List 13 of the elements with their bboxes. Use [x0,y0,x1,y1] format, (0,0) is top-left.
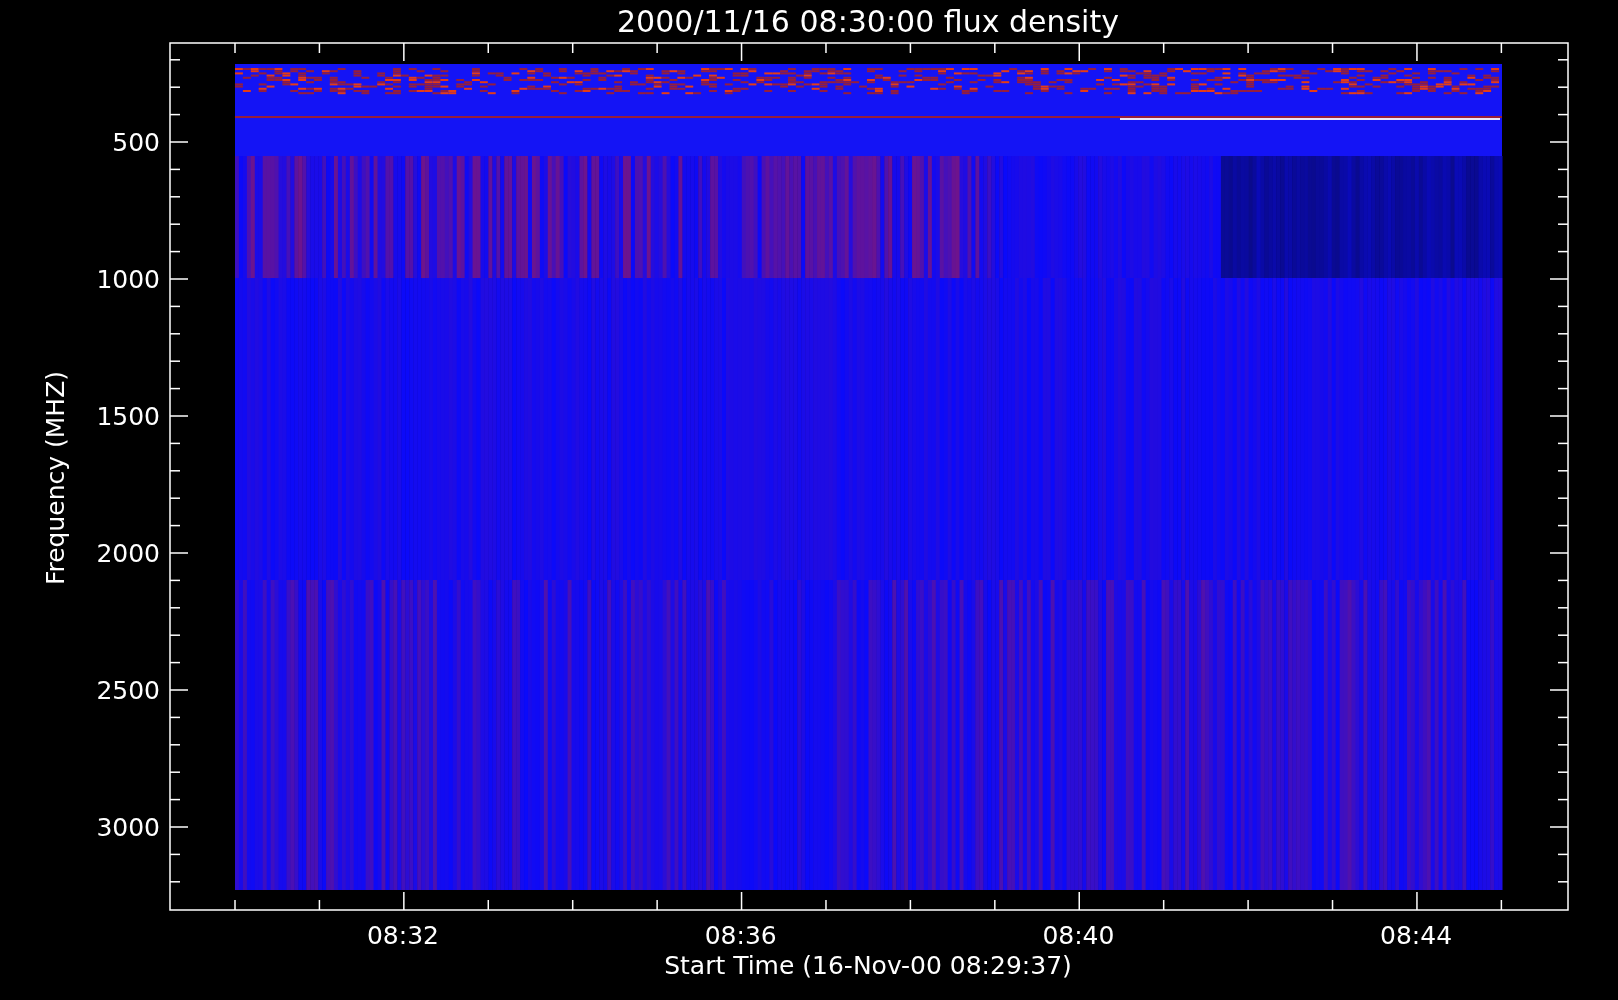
y-axis-tick-label: 500 [112,128,160,157]
x-axis-title: Start Time (16-Nov-00 08:29:37) [664,951,1072,980]
y-axis-title: Frequency (MHZ) [41,370,70,586]
chart-title: 2000/11/16 08:30:00 flux density [617,4,1119,39]
x-axis-tick-label: 08:32 [367,921,439,950]
x-axis-tick-label: 08:40 [1042,921,1115,950]
x-axis-tick-label: 08:44 [1380,921,1453,950]
x-axis-tick-label: 08:36 [704,921,777,950]
y-axis-tick-label: 2500 [96,676,160,705]
y-axis-tick-label: 1000 [96,265,160,294]
y-axis-tick-label: 3000 [96,813,160,842]
y-axis-tick-label: 2000 [96,539,160,568]
y-axis-tick-label: 1500 [96,402,160,431]
